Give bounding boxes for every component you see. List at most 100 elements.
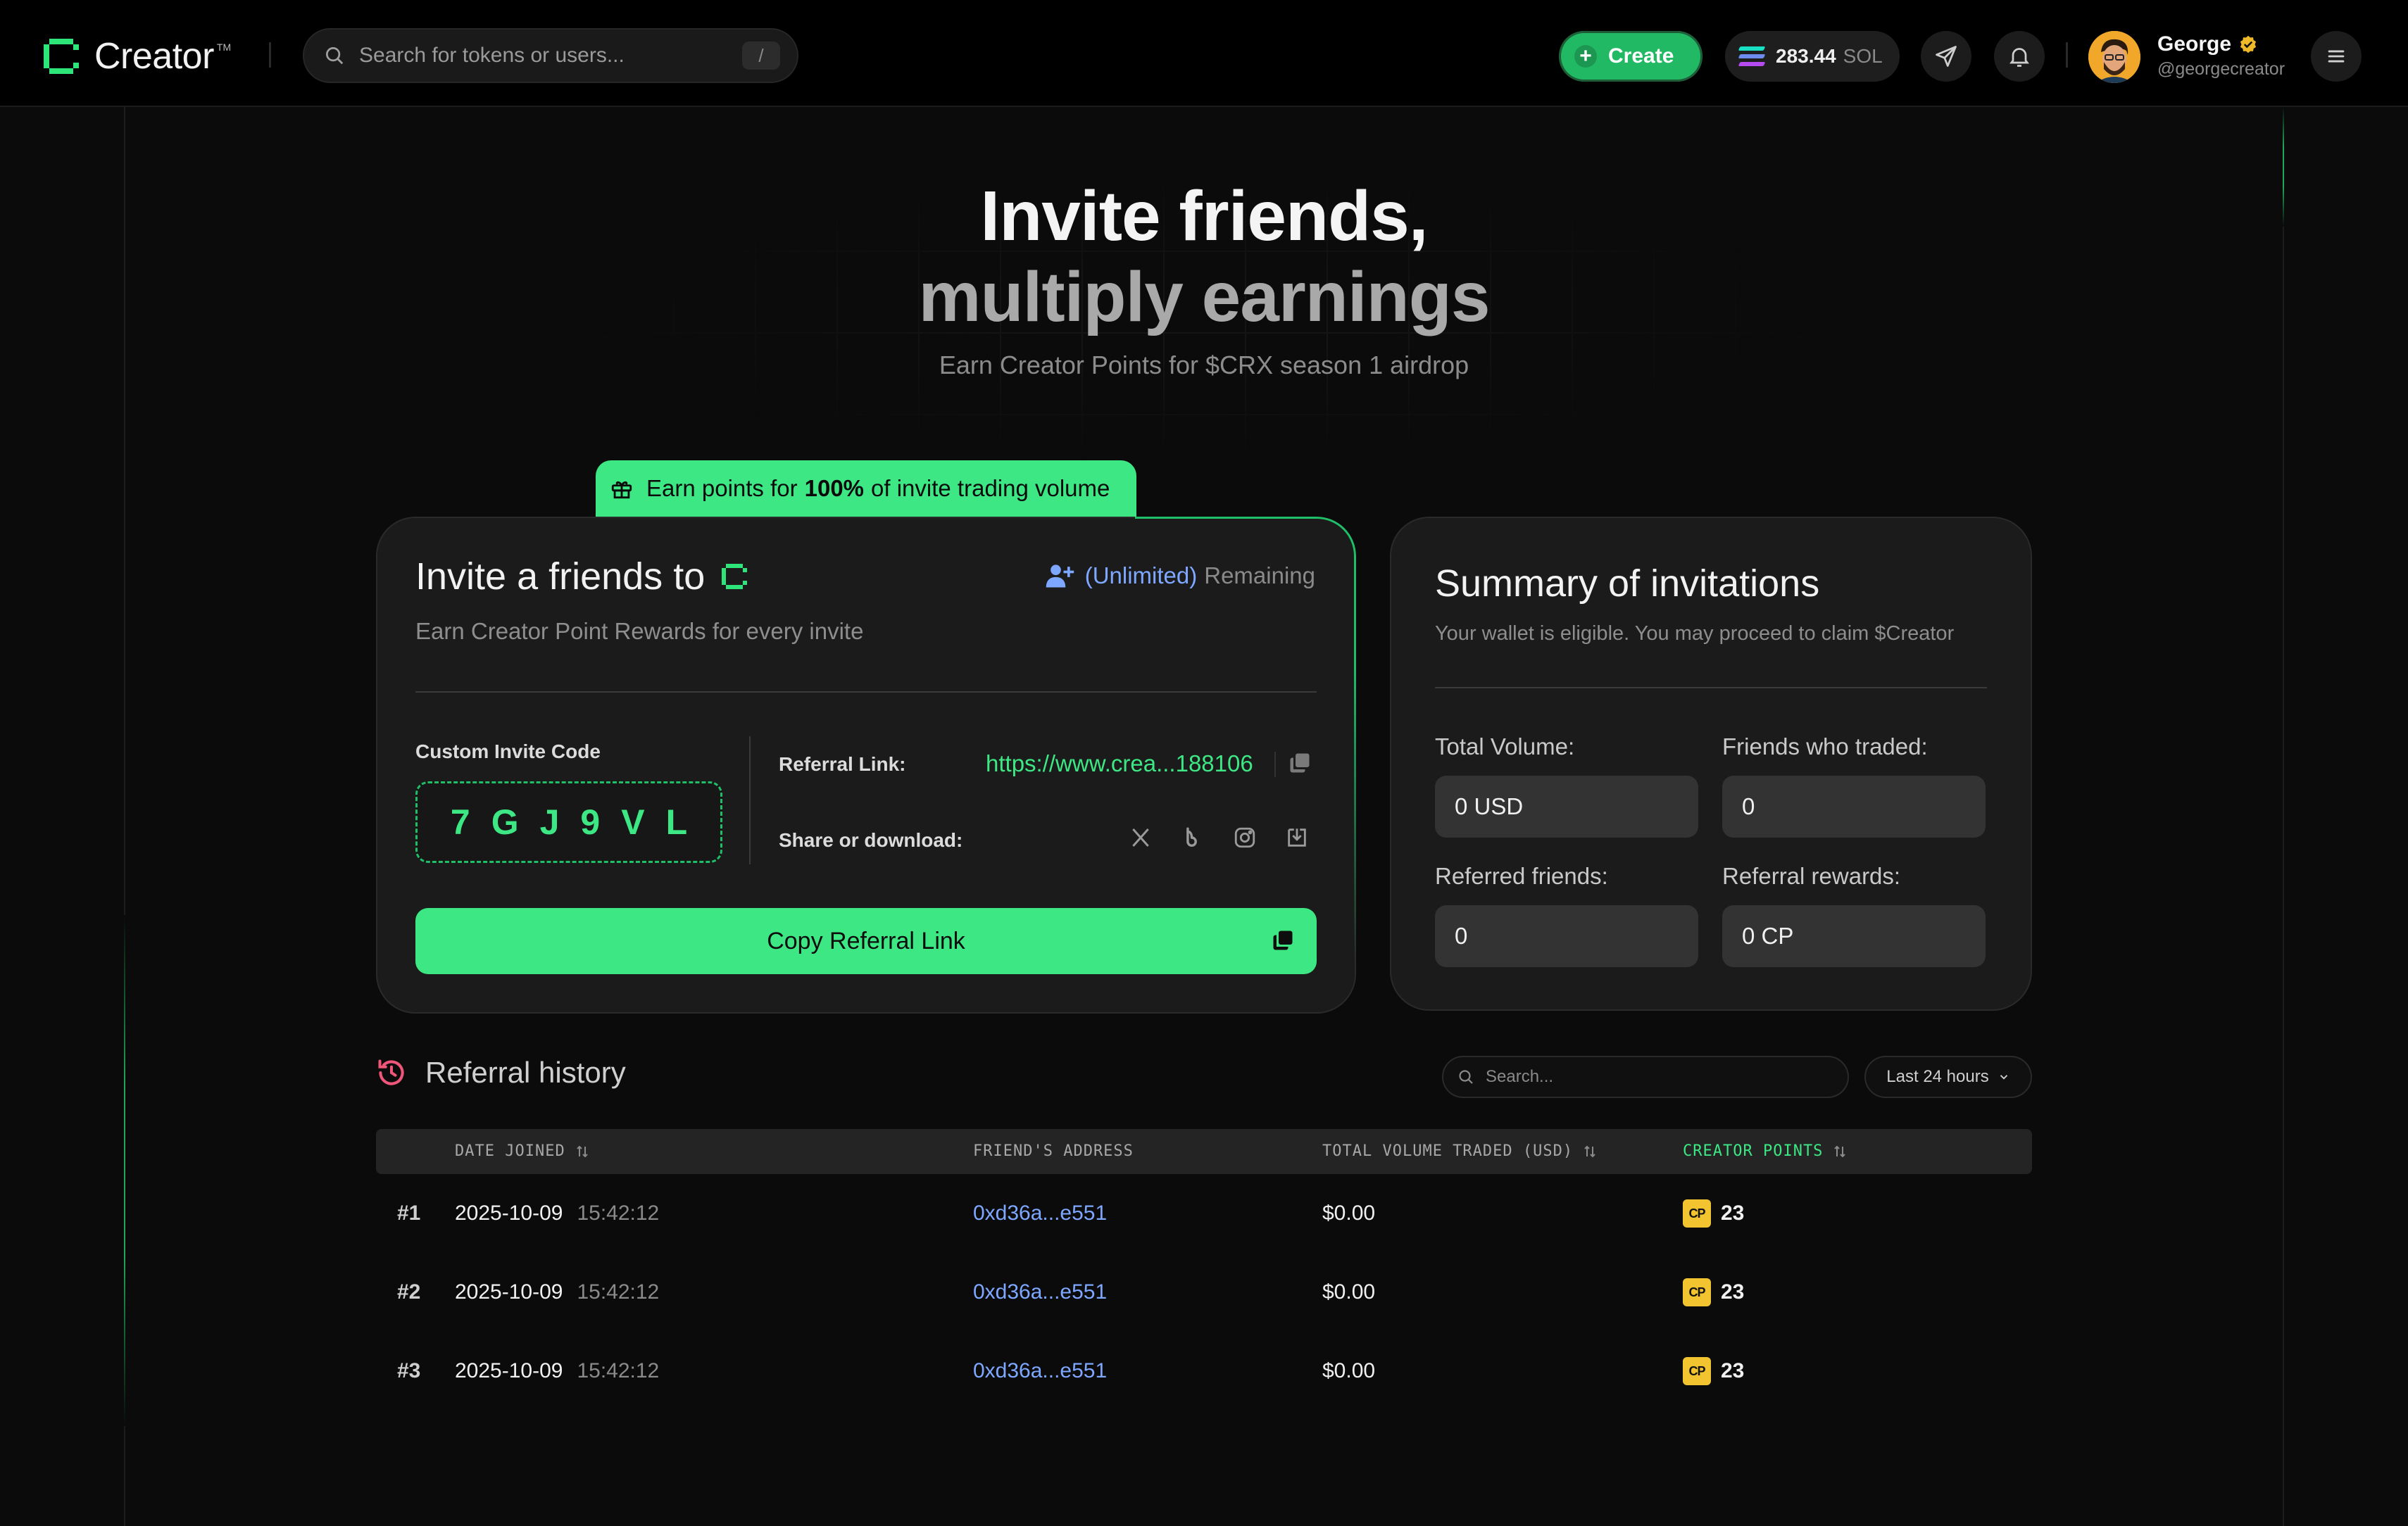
history-search-input[interactable] (1486, 1067, 1848, 1087)
invite-code-label: Custom Invite Code (415, 740, 601, 762)
divider (1274, 752, 1276, 777)
user-handle: @georgecreator (2157, 59, 2285, 79)
tiktok-icon (1186, 827, 1197, 847)
x-twitter-icon (1132, 828, 1149, 847)
stat-label-referral-rewards: Referral rewards: (1722, 863, 1901, 889)
creator-logo-icon (722, 564, 748, 589)
table-row[interactable]: #1 2025-10-09 15:42:12 0xd36a...e551 $0.… (376, 1174, 2032, 1253)
notifications-button[interactable] (1994, 31, 2045, 82)
gift-icon (611, 481, 632, 499)
row-address[interactable]: 0xd36a...e551 (973, 1332, 1107, 1411)
referral-link[interactable]: https://www.crea...188106 (986, 750, 1253, 777)
chevron-down-icon (2000, 1075, 2007, 1080)
invite-card-title: Invite a friends to (415, 555, 748, 598)
row-date: 2025-10-09 15:42:12 (455, 1332, 659, 1411)
search-icon (1459, 1070, 1473, 1084)
invite-code-char: G (491, 802, 519, 842)
row-points: CP 23 (1683, 1332, 1744, 1411)
column-date-joined[interactable]: DATE JOINED (455, 1129, 591, 1174)
column-friends-address: FRIEND'S ADDRESS (973, 1129, 1134, 1174)
share-tiktok-button[interactable] (1179, 824, 1207, 852)
row-address[interactable]: 0xd36a...e551 (973, 1253, 1107, 1332)
row-time-value: 15:42:12 (577, 1359, 660, 1382)
copy-icon (1273, 931, 1293, 950)
balance-currency: SOL (1843, 45, 1883, 67)
search-icon (326, 47, 344, 65)
row-rank: #2 (397, 1280, 421, 1304)
sort-icon (576, 1145, 588, 1158)
add-user-icon (1046, 565, 1074, 588)
search-input[interactable] (359, 44, 742, 68)
create-button[interactable]: + Create (1559, 31, 1702, 82)
column-creator-points[interactable]: CREATOR POINTS (1683, 1129, 1848, 1174)
verified-badge-icon (2240, 35, 2257, 53)
stat-value-referred-friends: 0 (1435, 905, 1698, 967)
earn-points-badge: Earn points for 100% of invite trading v… (596, 460, 1136, 517)
badge-prefix: Earn points for (646, 475, 798, 501)
invite-title-text: Invite a friends to (415, 555, 706, 598)
row-points-value: 23 (1721, 1202, 1745, 1225)
table-row[interactable]: #2 2025-10-09 15:42:12 0xd36a...e551 $0.… (376, 1253, 2032, 1332)
time-range-select[interactable]: Last 24 hours (1864, 1056, 2032, 1098)
global-search[interactable]: / (303, 28, 798, 83)
table-header: DATE JOINED FRIEND'S ADDRESS TOTAL VOLUM… (376, 1129, 2032, 1174)
search-shortcut-key: / (742, 42, 780, 70)
referral-history-header: Referral history (376, 1056, 626, 1090)
copy-icon (1290, 753, 1310, 773)
creator-points-icon: CP (1683, 1199, 1711, 1228)
divider (1435, 687, 1987, 688)
row-points: CP 23 (1683, 1174, 1744, 1253)
user-avatar[interactable] (2088, 31, 2140, 83)
history-search[interactable] (1442, 1056, 1849, 1098)
download-button[interactable] (1283, 824, 1311, 852)
hero-title-line1: Invite friends, (980, 177, 1428, 256)
send-icon (1936, 46, 1957, 67)
row-rank: #3 (397, 1359, 421, 1382)
copy-link-button[interactable] (1287, 750, 1315, 778)
header-divider (269, 42, 271, 68)
send-button[interactable] (1921, 31, 1971, 82)
user-name[interactable]: George (2157, 32, 2258, 56)
creator-points-icon: CP (1683, 1278, 1711, 1306)
share-x-button[interactable] (1127, 824, 1155, 852)
stat-value-referral-rewards: 0 CP (1722, 905, 1986, 967)
share-instagram-button[interactable] (1231, 824, 1259, 852)
summary-title: Summary of invitations (1435, 562, 1820, 605)
column-label: DATE JOINED (455, 1142, 565, 1160)
history-icon (378, 1059, 404, 1085)
bg-accent-line (124, 915, 125, 1426)
copy-button-label: Copy Referral Link (767, 927, 965, 954)
invites-remaining: (Unlimited) Remaining (1044, 560, 1315, 591)
vertical-divider (749, 736, 751, 864)
top-navigation-bar: Creator TM / + Create 283.44 SOL (0, 0, 2408, 107)
row-points-value: 23 (1721, 1359, 1745, 1382)
invite-code-box[interactable]: 7 G J 9 V L (415, 781, 722, 863)
column-label: CREATOR POINTS (1683, 1142, 1824, 1160)
stat-label-friends-traded: Friends who traded: (1722, 733, 1928, 759)
create-button-label: Create (1608, 44, 1674, 68)
invite-code-char: V (621, 802, 645, 842)
invite-code-char: L (665, 802, 688, 842)
row-date-value: 2025-10-09 (455, 1359, 563, 1382)
menu-button[interactable] (2311, 31, 2362, 82)
column-label: FRIEND'S ADDRESS (973, 1142, 1134, 1160)
creator-logo-icon (44, 39, 79, 74)
brand-logo[interactable]: Creator TM (44, 35, 231, 77)
column-total-volume[interactable]: TOTAL VOLUME TRADED (USD) (1322, 1129, 1598, 1174)
row-volume: $0.00 (1322, 1280, 1376, 1304)
stat-label-total-volume: Total Volume: (1435, 733, 1575, 759)
table-row[interactable]: #3 2025-10-09 15:42:12 0xd36a...e551 $0.… (376, 1332, 2032, 1411)
invite-code-char: 7 (450, 802, 470, 842)
row-points-value: 23 (1721, 1280, 1745, 1304)
copy-referral-link-button[interactable]: Copy Referral Link (415, 908, 1317, 974)
wallet-balance[interactable]: 283.44 SOL (1725, 31, 1900, 82)
divider (415, 691, 1317, 693)
badge-suffix: of invite trading volume (871, 475, 1110, 501)
brand-trademark: TM (216, 42, 232, 53)
user-name-text: George (2157, 32, 2232, 56)
row-date-value: 2025-10-09 (455, 1280, 563, 1304)
row-address[interactable]: 0xd36a...e551 (973, 1174, 1107, 1253)
row-rank: #1 (397, 1202, 421, 1225)
row-points: CP 23 (1683, 1253, 1744, 1332)
stat-value-friends-traded: 0 (1722, 776, 1986, 838)
